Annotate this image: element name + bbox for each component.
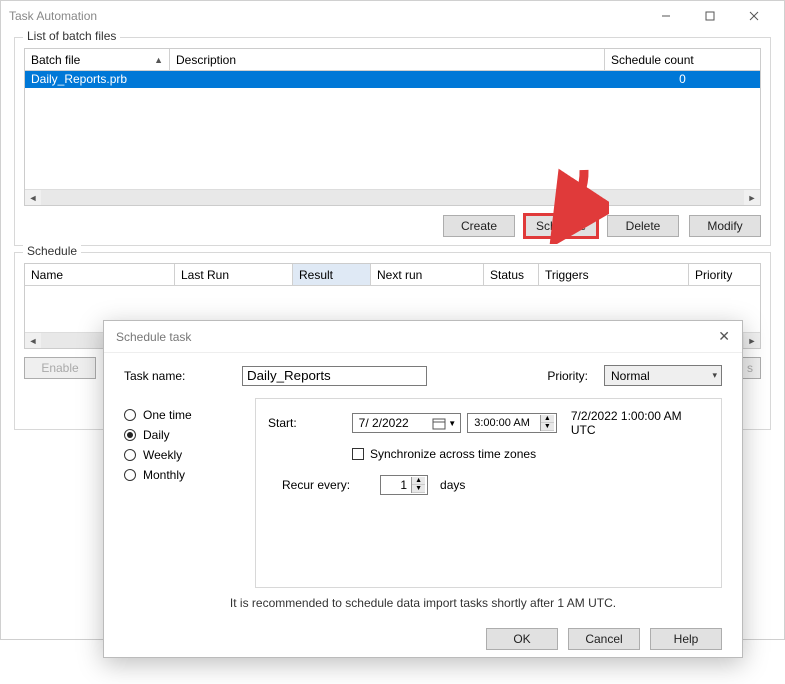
start-date-input[interactable]: 7/ 2/2022 ▼: [352, 413, 462, 433]
time-spinner[interactable]: ▲▼: [540, 415, 554, 431]
start-time-input[interactable]: 3:00:00 AM ▲▼: [467, 413, 557, 433]
ok-button[interactable]: OK: [486, 628, 558, 650]
batch-files-group: List of batch files Batch file ▲ Descrip…: [14, 37, 771, 246]
radio-daily[interactable]: Daily: [124, 428, 239, 442]
window-title: Task Automation: [9, 9, 644, 23]
col-schedule-count-label: Schedule count: [611, 53, 694, 67]
delete-button[interactable]: Delete: [607, 215, 679, 237]
dialog-title: Schedule task: [116, 330, 191, 344]
titlebar: Task Automation: [1, 1, 784, 31]
cell-description: [170, 71, 605, 88]
recur-value: 1: [387, 478, 411, 492]
cell-file: Daily_Reports.prb: [25, 71, 170, 88]
radio-icon: [124, 409, 136, 421]
spin-down-icon: ▼: [541, 423, 554, 431]
schedule-panel: Start: 7/ 2/2022 ▼ 3:00:00 AM ▲▼ 7/2/202…: [255, 398, 722, 588]
scroll-track[interactable]: [41, 190, 744, 205]
dialog-close-icon[interactable]: ✕: [700, 328, 730, 345]
hint-text: It is recommended to schedule data impor…: [124, 596, 722, 610]
schedule-group-label: Schedule: [23, 244, 81, 258]
batch-table-body: Daily_Reports.prb 0: [25, 71, 760, 189]
col-description[interactable]: Description: [170, 49, 605, 70]
schedule-columns: One time Daily Weekly Monthly Start: 7/ …: [124, 398, 722, 588]
radio-icon: [124, 449, 136, 461]
col-batch-file[interactable]: Batch file ▲: [25, 49, 170, 70]
help-button[interactable]: Help: [650, 628, 722, 650]
days-label: days: [440, 478, 465, 492]
batch-table-header: Batch file ▲ Description Schedule count: [25, 49, 760, 71]
recur-label: Recur every:: [282, 478, 350, 492]
col-last-run[interactable]: Last Run: [175, 264, 293, 285]
col-triggers[interactable]: Triggers: [539, 264, 689, 285]
task-name-input[interactable]: [242, 366, 427, 386]
batch-buttons-row: Create Schedule Delete Modify: [24, 215, 761, 237]
sort-asc-icon: ▲: [154, 55, 163, 65]
scroll-right-icon[interactable]: ►: [744, 190, 760, 205]
window-controls: [644, 2, 776, 30]
create-button[interactable]: Create: [443, 215, 515, 237]
close-button[interactable]: [732, 2, 776, 30]
radio-icon: [124, 429, 136, 441]
schedule-button[interactable]: Schedule: [525, 215, 597, 237]
spin-down-icon: ▼: [412, 485, 425, 493]
radio-weekly[interactable]: Weekly: [124, 448, 239, 462]
frequency-radios: One time Daily Weekly Monthly: [124, 398, 239, 588]
batch-group-label: List of batch files: [23, 29, 120, 43]
enable-button[interactable]: Enable: [24, 357, 96, 379]
col-priority[interactable]: Priority: [689, 264, 760, 285]
col-result[interactable]: Result: [293, 264, 371, 285]
priority-label: Priority:: [547, 369, 588, 383]
priority-value: Normal: [611, 369, 650, 383]
task-name-row: Task name: Priority: Normal ▾: [124, 365, 722, 386]
recur-spinner[interactable]: ▲▼: [411, 477, 425, 493]
schedule-task-dialog: Schedule task ✕ Task name: Priority: Nor…: [103, 320, 743, 658]
calendar-icon: [432, 416, 446, 430]
start-label: Start:: [268, 416, 346, 430]
sync-checkbox[interactable]: [352, 448, 364, 460]
radio-icon: [124, 469, 136, 481]
utc-text: 7/2/2022 1:00:00 AM UTC: [571, 409, 709, 437]
recur-row: Recur every: 1 ▲▼ days: [282, 475, 709, 495]
spin-up-icon: ▲: [541, 415, 554, 423]
modify-button[interactable]: Modify: [689, 215, 761, 237]
priority-select[interactable]: Normal ▾: [604, 365, 722, 386]
schedule-table-header: Name Last Run Result Next run Status Tri…: [25, 264, 760, 286]
sync-label: Synchronize across time zones: [370, 447, 536, 461]
scroll-right-icon[interactable]: ►: [744, 333, 760, 348]
radio-monthly[interactable]: Monthly: [124, 468, 239, 482]
minimize-button[interactable]: [644, 2, 688, 30]
batch-table: Batch file ▲ Description Schedule count …: [24, 48, 761, 206]
chevron-down-icon: ▼: [448, 419, 456, 428]
recur-input[interactable]: 1 ▲▼: [380, 475, 428, 495]
dialog-buttons: OK Cancel Help: [104, 628, 742, 662]
chevron-down-icon: ▾: [712, 370, 717, 381]
spin-up-icon: ▲: [412, 477, 425, 485]
sync-row: Synchronize across time zones: [352, 447, 709, 461]
maximize-button[interactable]: [688, 2, 732, 30]
cancel-button[interactable]: Cancel: [568, 628, 640, 650]
scroll-left-icon[interactable]: ◄: [25, 333, 41, 348]
col-batch-file-label: Batch file: [31, 53, 80, 67]
scroll-left-icon[interactable]: ◄: [25, 190, 41, 205]
col-status[interactable]: Status: [484, 264, 539, 285]
col-name[interactable]: Name: [25, 264, 175, 285]
col-description-label: Description: [176, 53, 236, 67]
start-row: Start: 7/ 2/2022 ▼ 3:00:00 AM ▲▼ 7/2/202…: [268, 409, 709, 437]
dialog-titlebar: Schedule task ✕: [104, 321, 742, 353]
start-time-value: 3:00:00 AM: [474, 417, 530, 429]
dialog-body: Task name: Priority: Normal ▾ One time D…: [104, 353, 742, 628]
table-row[interactable]: Daily_Reports.prb 0: [25, 71, 760, 88]
radio-one-time[interactable]: One time: [124, 408, 239, 422]
task-name-label: Task name:: [124, 369, 234, 383]
cell-count: 0: [605, 71, 760, 88]
start-date-value: 7/ 2/2022: [359, 416, 409, 430]
horizontal-scrollbar[interactable]: ◄ ►: [25, 189, 760, 205]
col-schedule-count[interactable]: Schedule count: [605, 49, 760, 70]
col-next-run[interactable]: Next run: [371, 264, 484, 285]
